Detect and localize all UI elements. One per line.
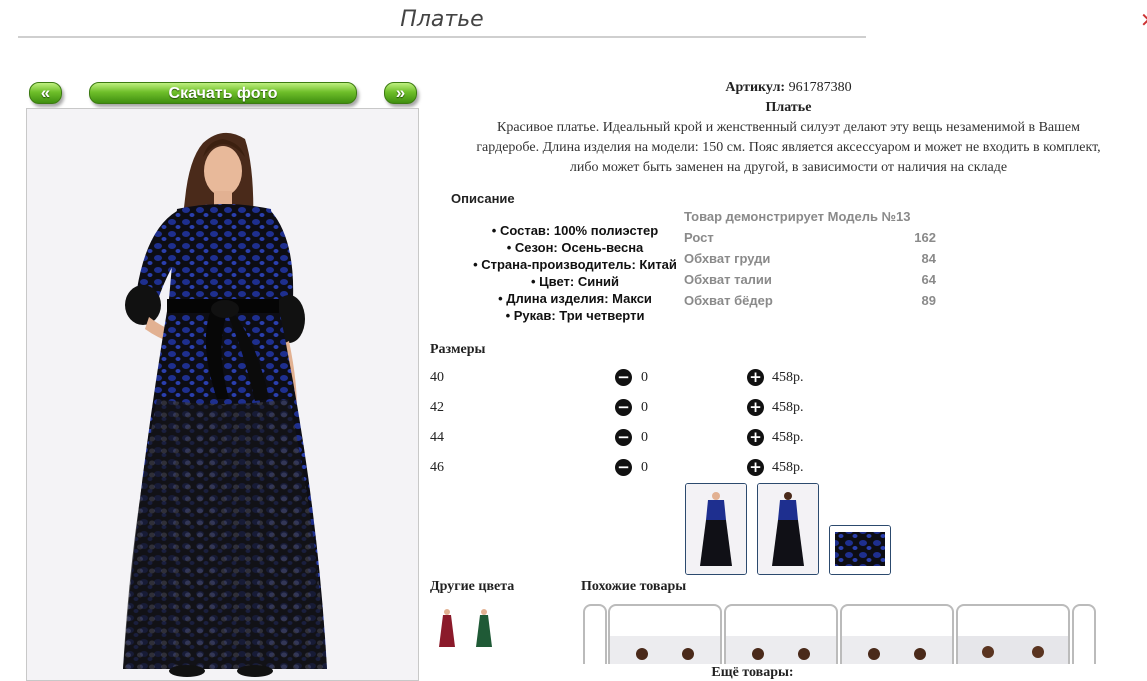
prop-item: • Рукав: Три четверти xyxy=(505,308,645,323)
article-value: 961787380 xyxy=(788,80,852,95)
size-row: 44 − 0 + 458р. xyxy=(430,428,830,458)
more-products-link[interactable]: Ещё товары: xyxy=(430,665,1075,681)
close-icon[interactable]: ✕ xyxy=(1140,10,1147,30)
article-line: Артикул: 961787380 xyxy=(430,78,1147,98)
photo-thumbnail[interactable] xyxy=(685,483,747,575)
product-photo[interactable] xyxy=(26,108,419,681)
similar-item[interactable] xyxy=(608,604,722,664)
description-line: гардеробе. Длина изделия на модели: 150 … xyxy=(476,140,1101,155)
prop-item: • Длина изделия: Макси xyxy=(498,291,652,306)
model-row: Обхват талии 64 xyxy=(684,272,936,287)
other-colors-title: Другие цвета xyxy=(430,579,515,594)
size-value: 40 xyxy=(430,370,444,385)
similar-item[interactable] xyxy=(840,604,954,664)
size-qty: 0 xyxy=(641,430,648,445)
color-swatch-green[interactable] xyxy=(469,605,499,650)
size-price: 458р. xyxy=(772,400,804,415)
size-qty: 0 xyxy=(641,370,648,385)
minus-circle-icon[interactable]: − xyxy=(615,429,632,446)
size-row: 40 − 0 + 458р. xyxy=(430,368,830,398)
prop-item: • Цвет: Синий xyxy=(530,274,620,289)
size-value: 46 xyxy=(430,460,444,475)
similar-scroll-right[interactable] xyxy=(1072,604,1096,664)
minus-circle-icon[interactable]: − xyxy=(615,369,632,386)
model-measurements: Товар демонстрирует Модель №13 Рост 162 О… xyxy=(684,206,936,311)
next-photo-button[interactable]: » xyxy=(384,82,417,104)
props-title: Описание xyxy=(451,191,515,206)
prop-item: • Страна-производитель: Китай xyxy=(473,257,677,272)
dress-model-image xyxy=(123,132,327,677)
minus-circle-icon[interactable]: − xyxy=(615,459,632,476)
photo-thumbnail[interactable] xyxy=(829,525,891,575)
size-value: 42 xyxy=(430,400,444,415)
description-line: либо может быть заменен на другой, в зав… xyxy=(569,160,1008,175)
article-label: Артикул: xyxy=(725,80,786,95)
plus-circle-icon[interactable]: + xyxy=(747,399,764,416)
description-line: Красивое платье. Идеальный крой и женств… xyxy=(496,120,1080,135)
size-row: 42 − 0 + 458р. xyxy=(430,398,830,428)
product-name: Платье xyxy=(765,100,812,115)
model-row: Рост 162 xyxy=(684,230,936,245)
color-swatch-red[interactable] xyxy=(432,605,462,650)
similar-item[interactable] xyxy=(956,604,1070,664)
plus-circle-icon[interactable]: + xyxy=(747,369,764,386)
size-price: 458р. xyxy=(772,460,804,475)
size-qty: 0 xyxy=(641,460,648,475)
prop-item: • Сезон: Осень-весна xyxy=(506,240,644,255)
download-photo-button[interactable]: Скачать фото xyxy=(89,82,357,104)
minus-circle-icon[interactable]: − xyxy=(615,399,632,416)
size-value: 44 xyxy=(430,430,444,445)
photo-thumbnail[interactable] xyxy=(757,483,819,575)
plus-circle-icon[interactable]: + xyxy=(747,429,764,446)
plus-circle-icon[interactable]: + xyxy=(747,459,764,476)
similar-item[interactable] xyxy=(724,604,838,664)
props-list: • Состав: 100% полиэстер • Сезон: Осень-… xyxy=(460,222,690,324)
similar-title: Похожие товары xyxy=(581,579,687,594)
sizes-title: Размеры xyxy=(430,342,486,357)
prev-photo-button[interactable]: « xyxy=(29,82,62,104)
size-qty: 0 xyxy=(641,400,648,415)
size-price: 458р. xyxy=(772,370,804,385)
model-row: Обхват бёдер 89 xyxy=(684,293,936,308)
product-description: Красивое платье. Идеальный крой и женств… xyxy=(430,118,1147,178)
similar-scroll-left[interactable] xyxy=(583,604,607,664)
model-row: Обхват груди 84 xyxy=(684,251,936,266)
model-title: Товар демонстрирует Модель №13 xyxy=(684,209,911,224)
prop-item: • Состав: 100% полиэстер xyxy=(491,223,659,238)
size-price: 458р. xyxy=(772,430,804,445)
page-title: Платье xyxy=(18,6,866,38)
